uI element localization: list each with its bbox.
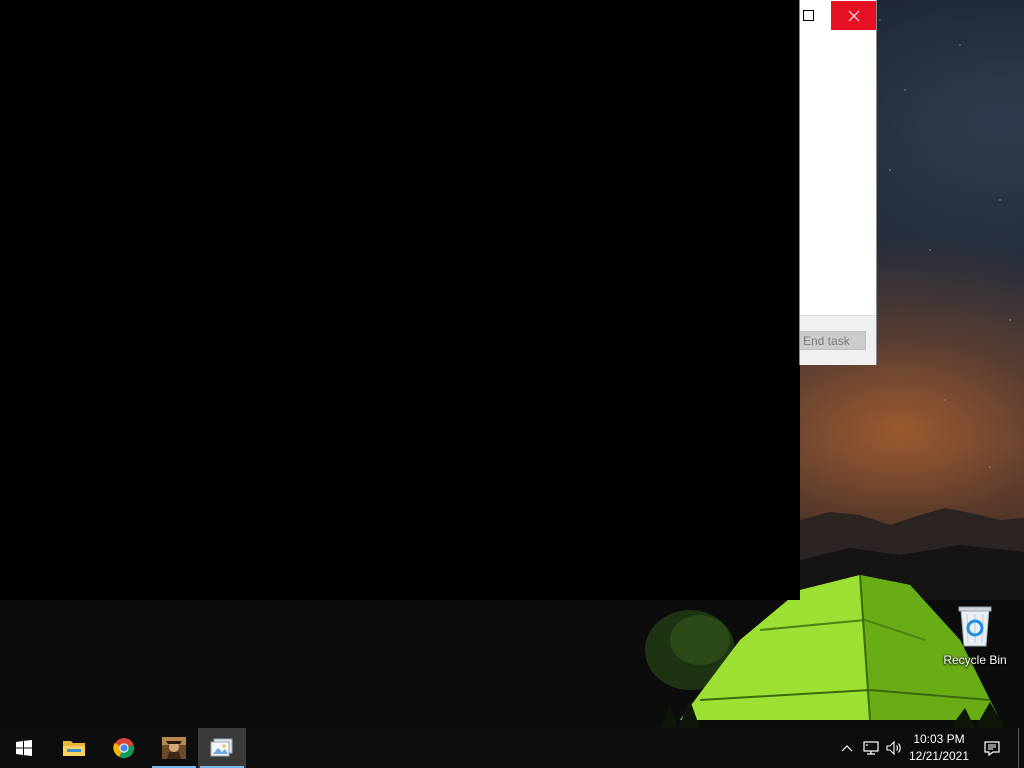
clock-time: 10:03 PM xyxy=(913,732,965,746)
maximize-icon xyxy=(802,9,814,21)
task-manager-window: End task xyxy=(800,0,876,365)
recycle-bin-shortcut[interactable]: Recycle Bin xyxy=(940,600,1010,670)
recycle-bin-label: Recycle Bin xyxy=(943,653,1007,667)
close-icon xyxy=(848,10,859,21)
taskbar: 10:03 PM 12/21/2021 xyxy=(0,728,1024,768)
action-center-button[interactable] xyxy=(980,728,1004,768)
windows-logo-icon xyxy=(16,740,32,756)
recycle-bin-icon xyxy=(958,606,992,647)
chrome-icon xyxy=(113,738,135,759)
end-task-button[interactable]: End task xyxy=(800,331,866,350)
taskbar-file-explorer[interactable] xyxy=(50,728,98,768)
speaker-icon xyxy=(886,741,901,755)
volume-button[interactable] xyxy=(883,728,905,768)
taskbar-game-app[interactable] xyxy=(150,728,198,768)
title-bar[interactable] xyxy=(800,0,876,30)
start-button[interactable] xyxy=(0,728,48,768)
network-button[interactable] xyxy=(860,728,882,768)
window-footer: End task xyxy=(800,315,876,365)
taskbar-photos-app[interactable] xyxy=(198,728,246,768)
network-icon xyxy=(863,741,879,755)
folder-icon xyxy=(63,741,85,756)
maximize-button[interactable] xyxy=(800,0,830,30)
action-center-icon xyxy=(984,740,1000,756)
close-button[interactable] xyxy=(831,1,876,30)
chevron-up-icon xyxy=(841,745,853,752)
taskbar-chrome[interactable] xyxy=(100,728,148,768)
taskbar-clock[interactable]: 10:03 PM 12/21/2021 xyxy=(904,728,974,768)
photos-icon xyxy=(210,738,233,757)
clock-date: 12/21/2021 xyxy=(908,749,970,763)
show-desktop-button[interactable] xyxy=(1018,728,1024,768)
black-fullscreen-window xyxy=(0,0,800,600)
show-hidden-icons-button[interactable] xyxy=(836,728,858,768)
character-portrait-icon xyxy=(162,737,186,759)
